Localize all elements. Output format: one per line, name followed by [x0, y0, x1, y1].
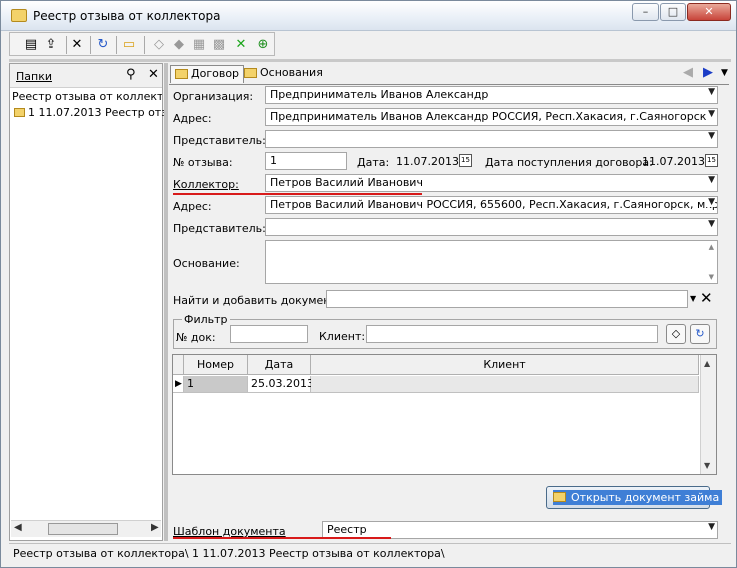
- dropdown-arrow-icon[interactable]: ▼: [708, 109, 715, 119]
- highlight-underline: [173, 537, 391, 539]
- lock-icon[interactable]: ⊕: [254, 36, 272, 54]
- organization-label: Организация:: [173, 90, 254, 103]
- find-dropdown-icon[interactable]: ▼: [690, 294, 696, 303]
- calendar-icon[interactable]: 15: [705, 154, 718, 167]
- dropdown-arrow-icon[interactable]: ▼: [708, 175, 715, 185]
- find-document-field[interactable]: [326, 290, 688, 308]
- window-title: Реестр отзыва от коллектора: [33, 9, 221, 23]
- app-window: Реестр отзыва от коллектора – □ ✕ ▤ ⇪ ✕ …: [0, 0, 737, 568]
- minimize-button[interactable]: –: [632, 3, 659, 21]
- documents-grid: Номер Дата Клиент ▶ 1 25.03.2013 ▲ ▼: [172, 354, 717, 475]
- address-label: Адрес:: [173, 112, 212, 125]
- client-label: Клиент:: [319, 330, 366, 343]
- highlight-underline: [173, 193, 422, 195]
- collector-label: Коллектор:: [173, 178, 239, 191]
- scroll-thumb[interactable]: [48, 523, 118, 535]
- calendar-icon[interactable]: 15: [459, 154, 472, 167]
- basis-label: Основание:: [173, 257, 240, 270]
- delete-icon[interactable]: ✕: [68, 36, 86, 54]
- folder-icon: [175, 69, 188, 79]
- eraser-icon[interactable]: ◇: [150, 36, 168, 54]
- scroll-right-icon[interactable]: ▶: [151, 522, 159, 533]
- folders-panel: Папки ⚲ ✕ Реестр отзыва от коллектора 1 …: [9, 63, 164, 541]
- column-header-client[interactable]: Клиент: [311, 355, 699, 375]
- dropdown-arrow-icon[interactable]: ▼: [708, 87, 715, 97]
- doc-number-field[interactable]: [230, 325, 308, 343]
- representative-label: Представитель:: [173, 134, 266, 147]
- toolbar: ▤ ⇪ ✕ ↻ ▭ ◇ ◆ ▦ ▩ ✕ ⊕: [9, 32, 275, 56]
- refresh-filter-icon[interactable]: ↻: [690, 324, 710, 344]
- table-cell-date[interactable]: 25.03.2013: [248, 376, 314, 393]
- close-panel-icon[interactable]: ✕: [148, 67, 159, 82]
- grid-vertical-scrollbar[interactable]: ▲ ▼: [700, 355, 716, 474]
- open-loan-document-button[interactable]: Открыть документ займа: [546, 486, 723, 509]
- tree-item-root[interactable]: Реестр отзыва от коллектора: [12, 90, 162, 103]
- toolbar-divider: [9, 59, 731, 62]
- dropdown-arrow-icon[interactable]: ▼: [706, 197, 715, 207]
- new-document-icon[interactable]: ▤: [22, 36, 40, 54]
- binoculars-icon[interactable]: ⚲: [126, 67, 136, 82]
- representative-field[interactable]: ▼: [265, 130, 718, 148]
- document-panel: Договор Основания ◀ ▶ ▼ Организация: Пре…: [168, 63, 731, 541]
- horizontal-scrollbar[interactable]: ◀ ▶: [11, 520, 161, 537]
- find-document-label: Найти и добавить документ:: [173, 294, 341, 307]
- tab-grounds[interactable]: Основания: [240, 65, 327, 83]
- doc-number-label: № док:: [176, 331, 216, 344]
- receipt-date-label: Дата поступления договора:: [485, 156, 653, 169]
- collector-address-label: Адрес:: [173, 200, 212, 213]
- copy-icon[interactable]: ▩: [210, 36, 228, 54]
- date-value[interactable]: 11.07.2013: [396, 155, 459, 168]
- dropdown-arrow-icon[interactable]: ▼: [708, 131, 715, 141]
- address-field[interactable]: Предприниматель Иванов Александр РОССИЯ,…: [265, 108, 718, 126]
- tab-contract[interactable]: Договор: [170, 65, 245, 83]
- folder-icon: [553, 492, 566, 502]
- filter-legend: Фильтр: [182, 313, 230, 326]
- folder-icon: [11, 9, 27, 22]
- client-field[interactable]: [366, 325, 658, 343]
- recall-number-field[interactable]: 1: [265, 152, 347, 170]
- date-label: Дата:: [357, 156, 390, 169]
- clear-filter-icon[interactable]: ◇: [666, 324, 686, 344]
- clear-search-icon[interactable]: ✕: [700, 289, 713, 307]
- scroll-up-icon[interactable]: ▲: [709, 243, 714, 251]
- table-cell-client[interactable]: [311, 376, 699, 393]
- collector-representative-field[interactable]: ▼: [265, 218, 718, 236]
- stamp-icon[interactable]: ◆: [170, 36, 188, 54]
- close-button[interactable]: ✕: [687, 3, 731, 21]
- row-indicator-icon: ▶: [173, 376, 184, 393]
- folder-open-icon[interactable]: ▭: [120, 36, 138, 54]
- folders-title: Папки: [16, 70, 52, 83]
- maximize-button[interactable]: □: [660, 3, 686, 21]
- scroll-up-icon[interactable]: ▲: [704, 359, 710, 368]
- collector-field[interactable]: Петров Василий Иванович ▼: [265, 174, 718, 192]
- scroll-down-icon[interactable]: ▼: [704, 461, 710, 470]
- edit-icon[interactable]: ▦: [190, 36, 208, 54]
- nav-forward-icon[interactable]: ▶: [703, 65, 713, 80]
- collector-representative-label: Представитель:: [173, 222, 266, 235]
- tree-item-registry[interactable]: 1 11.07.2013 Реестр отзыва от коллектора: [14, 106, 164, 119]
- collector-address-field[interactable]: Петров Василий Иванович РОССИЯ, 655600, …: [265, 196, 718, 214]
- nav-back-icon[interactable]: ◀: [683, 65, 693, 80]
- folder-icon: [244, 68, 257, 78]
- scroll-left-icon[interactable]: ◀: [14, 522, 22, 533]
- status-path: Реестр отзыва от коллектора\ 1 11.07.201…: [13, 547, 445, 560]
- status-bar: Реестр отзыва от коллектора\ 1 11.07.201…: [9, 543, 731, 563]
- column-header-number[interactable]: Номер: [184, 355, 248, 375]
- folder-icon: [14, 108, 25, 117]
- scroll-down-icon[interactable]: ▼: [709, 273, 714, 281]
- recall-number-label: № отзыва:: [173, 156, 233, 169]
- cancel-green-icon[interactable]: ✕: [232, 36, 250, 54]
- table-cell-number[interactable]: 1: [184, 376, 248, 393]
- dropdown-arrow-icon[interactable]: ▼: [708, 522, 715, 532]
- basis-textarea[interactable]: ▲ ▼: [265, 240, 718, 284]
- refresh-icon[interactable]: ↻: [94, 36, 112, 54]
- folders-header: Папки ⚲ ✕: [10, 64, 162, 88]
- column-header-date[interactable]: Дата: [248, 355, 311, 375]
- title-bar[interactable]: Реестр отзыва от коллектора – □ ✕: [1, 1, 736, 31]
- open-folder-up-icon[interactable]: ⇪: [42, 36, 60, 54]
- organization-field[interactable]: Предприниматель Иванов Александр ▼: [265, 86, 718, 104]
- receipt-date-value[interactable]: 11.07.2013: [642, 155, 705, 168]
- nav-dropdown-icon[interactable]: ▼: [721, 68, 728, 78]
- dropdown-arrow-icon[interactable]: ▼: [708, 219, 715, 229]
